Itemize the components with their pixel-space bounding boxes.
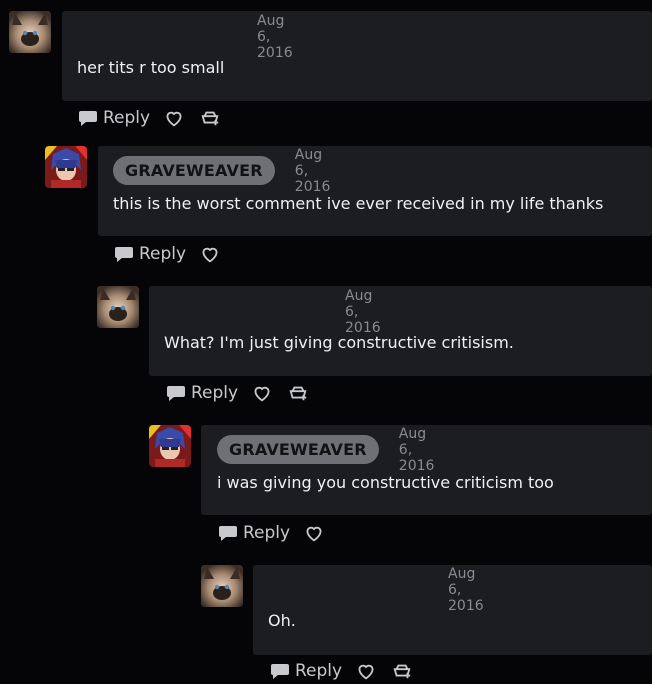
gift-plus-icon [201,111,219,126]
reply-label: Reply [243,523,291,543]
speech-bubble-icon [271,664,289,679]
heart-icon [358,664,374,680]
tip-button[interactable] [198,106,222,130]
siamese-cat-avatar-icon [97,286,139,328]
comment-actions: Reply [166,380,310,406]
reply-button[interactable]: Reply [218,523,290,543]
reply-label: Reply [191,383,239,403]
heart-icon [306,526,322,542]
speech-bubble-icon [79,111,97,126]
comment-actions: Reply [270,658,414,684]
comment-bubble [149,286,652,376]
reply-button[interactable]: Reply [270,661,342,681]
username-badge[interactable]: GRAVEWEAVER [113,156,275,185]
comment-date: Aug 6, 2016 [398,425,435,474]
speech-bubble-icon [219,526,237,541]
siamese-cat-avatar-icon [9,11,51,53]
comment-meta: Aug 6, 2016 [257,13,293,61]
like-button[interactable] [198,242,222,266]
heart-icon [166,111,182,127]
like-button[interactable] [302,521,326,545]
comment-actions: Reply [218,520,326,546]
avatar[interactable] [45,146,87,188]
gift-plus-icon [289,386,307,401]
like-button[interactable] [162,106,186,130]
comment-date: Aug 6, 2016 [448,565,484,614]
comment-text: this is the worst comment ive ever recei… [113,194,604,213]
comment-text: Oh. [268,611,296,630]
comment-meta: Aug 6, 2016 [345,288,381,336]
comment-date: Aug 6, 2016 [294,146,331,195]
avatar[interactable] [149,425,191,467]
reply-button[interactable]: Reply [166,383,238,403]
graveweaver-avatar-icon [45,146,87,188]
like-button[interactable] [250,381,274,405]
comment-text: What? I'm just giving constructive criti… [164,333,514,352]
reply-button[interactable]: Reply [114,244,186,264]
speech-bubble-icon [115,247,133,262]
reply-label: Reply [295,661,343,681]
comment-meta: GRAVEWEAVER Aug 6, 2016 [217,426,434,474]
comment-meta: GRAVEWEAVER Aug 6, 2016 [113,147,330,195]
tip-button[interactable] [390,659,414,683]
username-badge[interactable]: GRAVEWEAVER [217,435,379,464]
comment-text: i was giving you constructive criticism … [217,473,554,492]
heart-icon [202,247,218,263]
comment-bubble [62,11,652,101]
avatar[interactable] [201,565,243,607]
gift-plus-icon [393,664,411,679]
reply-button[interactable]: Reply [78,108,150,128]
comment-date: Aug 6, 2016 [257,12,293,61]
like-button[interactable] [354,659,378,683]
comment-actions: Reply [114,241,222,267]
speech-bubble-icon [167,386,185,401]
siamese-cat-avatar-icon [201,565,243,607]
reply-label: Reply [139,244,187,264]
avatar[interactable] [97,286,139,328]
comment-meta: Aug 6, 2016 [448,566,484,614]
comment-actions: Reply [78,105,222,131]
comment-date: Aug 6, 2016 [345,287,381,336]
reply-label: Reply [103,108,151,128]
comment-text: her tits r too small [77,58,225,77]
avatar[interactable] [9,11,51,53]
tip-button[interactable] [286,381,310,405]
graveweaver-avatar-icon [149,425,191,467]
heart-icon [254,386,270,402]
